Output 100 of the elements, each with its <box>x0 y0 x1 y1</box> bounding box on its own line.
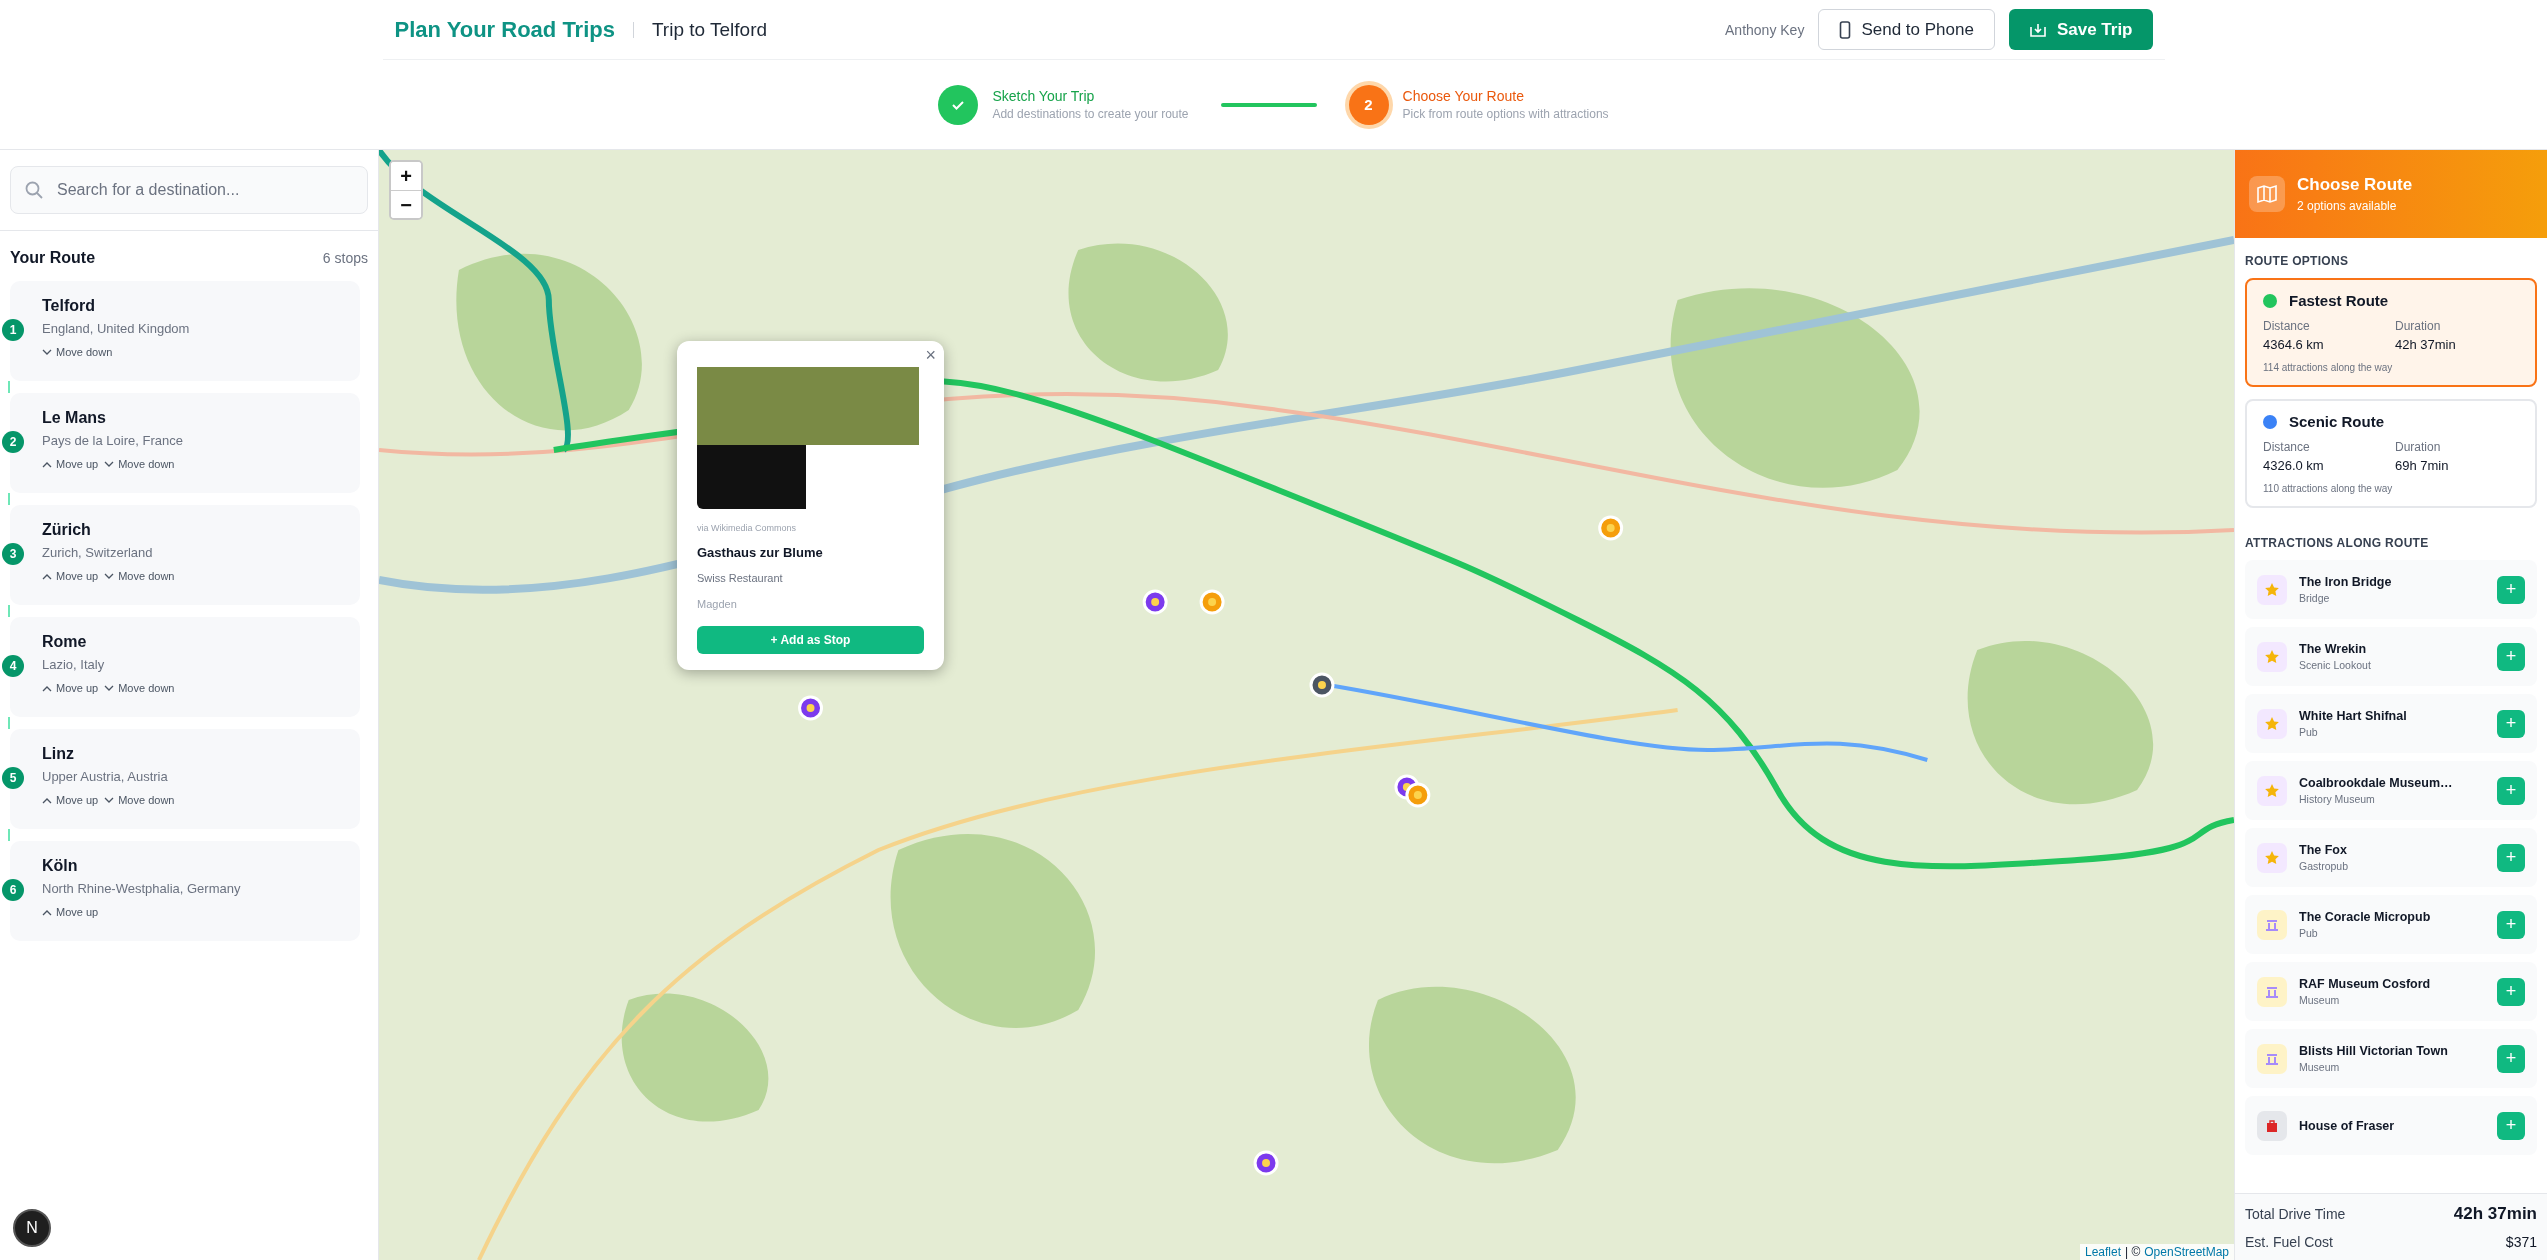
move-up-button[interactable]: Move up <box>42 682 99 694</box>
caret-icon <box>42 684 52 692</box>
place-location: Magden <box>697 598 738 610</box>
place-name: Gasthaus zur Blume <box>697 545 824 560</box>
attraction-name: The Coracle Micropub <box>2299 910 2432 924</box>
user-name: Anthony Key <box>1725 21 1805 38</box>
stop-name: Linz <box>42 745 75 763</box>
save-trip-button[interactable]: Save Trip <box>2008 9 2153 50</box>
dev-badge[interactable]: N <box>13 1209 51 1247</box>
map[interactable]: + − × via Wikimedia Commons Gasthaus zur Blume Swiss Restaurant Magden + Add as Stop Leaflet | © OpenStreetMap <box>379 150 2234 1260</box>
step-title: Choose Your Route <box>1402 88 1525 104</box>
search-field[interactable]: Search for a destination... <box>10 166 368 214</box>
stat-label: Duration <box>2395 440 2442 454</box>
stop-region: Upper Austria, Austria <box>42 769 169 784</box>
attraction-name: House of Fraser <box>2299 1118 2396 1133</box>
route-heading: Your Route <box>10 249 96 267</box>
attraction-type: Gastropub <box>2299 860 2350 872</box>
phone-icon <box>1839 20 1852 39</box>
total-value: 42h 37min <box>2453 1204 2537 1224</box>
close-button[interactable]: × <box>923 343 938 368</box>
stop-region: Zurich, Switzerland <box>42 545 154 560</box>
step-subtitle: Pick from route options with attractions <box>1402 107 1609 121</box>
attraction-type: History Museum <box>2299 793 2376 805</box>
move-down-button[interactable]: Move down <box>104 458 175 470</box>
section-heading: ATTRACTIONS ALONG ROUTE <box>2245 536 2430 550</box>
move-down-button[interactable]: Move down <box>104 570 175 582</box>
map-marker[interactable] <box>798 695 823 721</box>
stat-label: Distance <box>2263 319 2311 333</box>
move-up-button[interactable]: Move up <box>42 458 99 470</box>
attribution-text: | © <box>2125 1245 2141 1259</box>
stop-region: Pays de la Loire, France <box>42 433 184 448</box>
stop-name: Rome <box>42 633 88 651</box>
zoom-out-button[interactable]: − <box>391 190 421 218</box>
stop-count: 6 stops <box>322 250 368 266</box>
photo-credit: via Wikimedia Commons <box>697 523 798 533</box>
move-down-button[interactable]: Move down <box>42 346 113 358</box>
stop-name: Telford <box>42 297 97 315</box>
stop-region: England, United Kingdom <box>42 321 191 336</box>
section-heading: ROUTE OPTIONS <box>2245 254 2350 268</box>
stop-name: Köln <box>42 857 79 875</box>
stop-number: 3 <box>2 543 24 565</box>
attraction-name: Blists Hill Victorian Town <box>2299 1044 2449 1058</box>
trip-name: Trip to Telford <box>651 18 768 41</box>
route-option-card[interactable]: Scenic Route Distance Duration 4326.0 km 69h 7min 110 attractions along the way <box>2245 399 2537 508</box>
stat-value: 4326.0 km <box>2263 458 2325 473</box>
map-marker[interactable] <box>1309 672 1335 698</box>
attraction-type: Bridge <box>2299 592 2331 604</box>
send-to-phone-button[interactable]: Send to Phone <box>1818 9 1995 50</box>
step-title: Sketch Your Trip <box>992 88 1096 104</box>
attraction-name: The Wrekin <box>2299 642 2368 656</box>
move-up-button[interactable]: Move up <box>42 906 99 918</box>
move-down-button[interactable]: Move down <box>104 682 175 694</box>
map-icon <box>2249 176 2285 212</box>
stop-region: North Rhine-Westphalia, Germany <box>42 881 242 896</box>
step-number: 2 <box>1348 84 1389 125</box>
panel-subtitle: 2 options available <box>2297 199 2398 213</box>
map-marker[interactable] <box>1598 515 1624 541</box>
openstreetmap-link[interactable]: OpenStreetMap <box>2144 1245 2229 1259</box>
stat-label: Distance <box>2263 440 2311 454</box>
map-marker[interactable] <box>1405 782 1431 808</box>
step-subtitle: Add destinations to create your route <box>992 107 1189 121</box>
attraction-name: Coalbrookdale Museum… <box>2299 776 2454 790</box>
attraction-count: 114 attractions along the way <box>2263 362 2394 373</box>
total-label: Est. Fuel Cost <box>2245 1234 2333 1250</box>
move-up-button[interactable]: Move up <box>42 570 99 582</box>
attraction-type: Scenic Lookout <box>2299 659 2372 671</box>
route-name: Fastest Route <box>2289 292 2389 309</box>
total-value: $371 <box>2505 1234 2537 1250</box>
caret-icon <box>104 460 115 468</box>
caret-icon <box>104 684 115 692</box>
stop-number: 2 <box>2 431 24 453</box>
attraction-type: Museum <box>2299 1061 2341 1073</box>
download-icon <box>2028 21 2047 38</box>
stat-label: Duration <box>2395 319 2442 333</box>
move-up-button[interactable]: Move up <box>42 794 99 806</box>
caret-icon <box>42 572 52 580</box>
move-down-button[interactable]: Move down <box>104 794 175 806</box>
attraction-name: The Fox <box>2299 843 2348 857</box>
attraction-type: Pub <box>2299 726 2319 738</box>
attraction-type: Pub <box>2299 927 2319 939</box>
attraction-name: The Iron Bridge <box>2299 575 2393 589</box>
stat-value: 4364.6 km <box>2263 337 2325 352</box>
stop-number: 6 <box>2 879 24 901</box>
stop-region: Lazio, Italy <box>42 657 106 672</box>
attraction-name: White Hart Shifnal <box>2299 709 2408 723</box>
stop-number: 5 <box>2 767 24 789</box>
attraction-count: 110 attractions along the way <box>2263 483 2394 494</box>
stat-value: 69h 7min <box>2395 458 2450 473</box>
total-label: Total Drive Time <box>2245 1206 2346 1222</box>
stop-number: 1 <box>2 319 24 341</box>
leaflet-link[interactable]: Leaflet <box>2084 1245 2121 1259</box>
caret-icon <box>104 572 115 580</box>
caret-icon <box>42 796 52 804</box>
route-option-card[interactable]: Fastest Route Distance Duration 4364.6 km 42h 37min 114 attractions along the way <box>2245 278 2537 387</box>
stop-name: Le Mans <box>42 409 107 427</box>
map-marker[interactable] <box>1253 1150 1279 1176</box>
stat-value: 42h 37min <box>2395 337 2457 352</box>
panel-title: Choose Route <box>2297 175 2413 195</box>
map-marker[interactable] <box>1142 589 1168 615</box>
map-marker[interactable] <box>1199 589 1225 615</box>
